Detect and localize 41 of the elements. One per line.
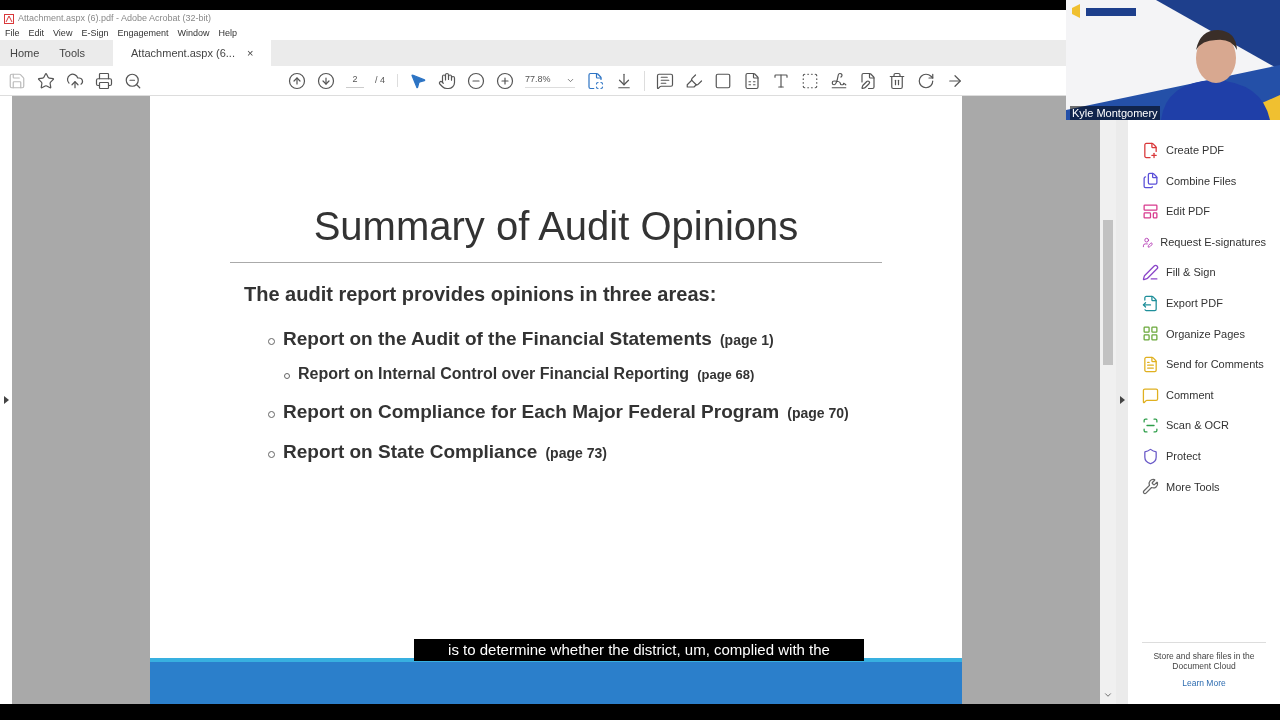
slide-intro: The audit report provides opinions in three areas: xyxy=(244,282,718,307)
tool-item[interactable]: Scan & OCR xyxy=(1166,417,1229,434)
page-reference: (page 68) xyxy=(697,365,755,384)
tool-item[interactable]: Edit PDF xyxy=(1166,203,1210,220)
window-title: Attachment.aspx (6).pdf - Adobe Acrobat (32-bit) xyxy=(18,12,212,26)
menu-item[interactable]: Help xyxy=(218,27,237,41)
tool-item[interactable]: Combine Files xyxy=(1166,172,1237,190)
tool-item[interactable]: Protect xyxy=(1166,448,1201,465)
page-reference: (page 1) xyxy=(719,331,774,350)
page-total: / 4 xyxy=(375,73,398,88)
tool-item[interactable]: Fill & Sign xyxy=(1166,264,1216,281)
learn-more-link[interactable]: Learn More xyxy=(1142,677,1266,690)
menu-item[interactable]: Edit xyxy=(28,27,45,41)
tab[interactable]: Tools xyxy=(49,40,96,66)
zoom-field[interactable]: 77.8% xyxy=(525,73,575,88)
page-reference: (page 70) xyxy=(787,403,849,423)
bullet-text: Report on Compliance for Each Major Federal Program xyxy=(283,399,780,424)
tool-item[interactable]: Create PDF xyxy=(1166,142,1225,159)
page-number-field[interactable]: 2 xyxy=(346,73,364,88)
bullet-text: Report on State Compliance xyxy=(283,440,538,464)
slide-title: Summary of Audit Opinions xyxy=(312,203,800,250)
menu-item[interactable]: File xyxy=(5,27,20,41)
close-button[interactable]: × xyxy=(246,44,254,62)
tab[interactable]: Home xyxy=(0,40,50,66)
menu-item[interactable]: Window xyxy=(177,27,210,41)
tool-item[interactable]: More Tools xyxy=(1166,478,1220,496)
tool-item[interactable]: Request E-signatures xyxy=(1160,233,1266,251)
bullet-text: Report on the Audit of the Financial Statements xyxy=(283,327,712,351)
promo-text: Store and share files in the Document Cloud xyxy=(1152,651,1256,672)
tool-item[interactable]: Send for Comments xyxy=(1166,356,1264,373)
tool-item[interactable]: Export PDF xyxy=(1166,295,1223,312)
menu-item[interactable]: View xyxy=(53,27,73,41)
participant-name: Kyle Montgomery xyxy=(1070,106,1160,120)
tab[interactable]: Attachment.aspx (6... × xyxy=(113,40,272,66)
caption-text: is to determine whether the district, um, complied with the xyxy=(414,639,864,661)
tool-item[interactable]: Organize Pages xyxy=(1166,325,1245,343)
bullet-text: Report on Internal Control over Financial Reporting xyxy=(298,363,690,384)
page-reference: (page 73) xyxy=(545,444,607,463)
tool-item[interactable]: Comment xyxy=(1166,386,1214,404)
menu-item[interactable]: E-Sign xyxy=(81,27,109,41)
menu-item[interactable]: Engagement xyxy=(117,27,169,41)
